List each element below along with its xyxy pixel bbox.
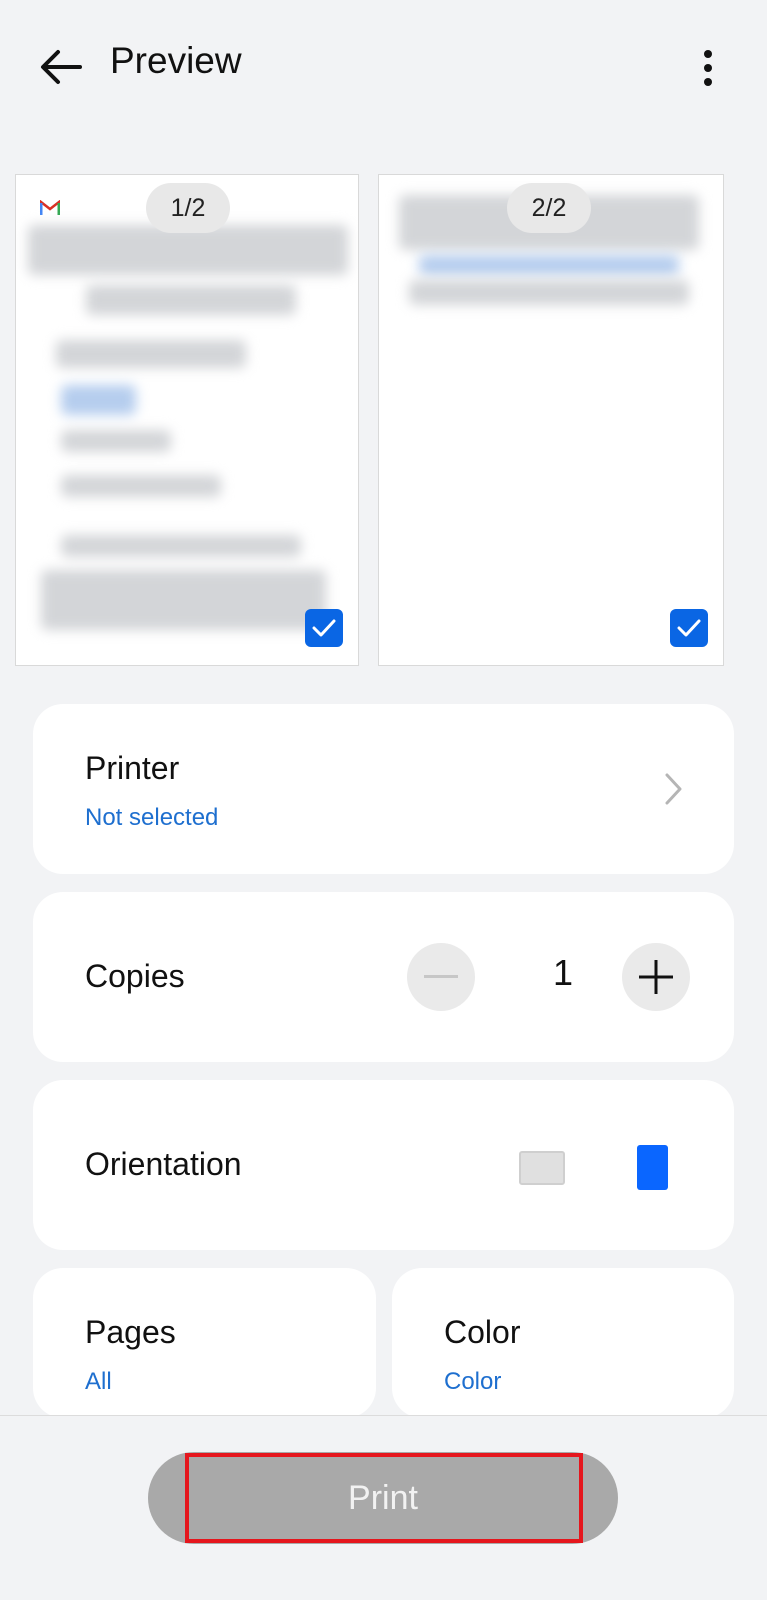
pages-label: Pages [85, 1314, 176, 1350]
pages-selector[interactable]: Pages All [33, 1268, 376, 1418]
printer-value: Not selected [85, 804, 219, 831]
gmail-logo-icon [40, 200, 60, 215]
minus-icon [424, 975, 458, 978]
printer-label: Printer [85, 750, 180, 786]
bottom-action-bar: Print [0, 1415, 767, 1600]
preview-page-1[interactable]: 1/2 [15, 174, 359, 666]
copies-count: 1 [552, 952, 574, 993]
highlight-annotation [185, 1453, 583, 1543]
orientation-label: Orientation [85, 1146, 242, 1182]
pages-value: All [85, 1368, 112, 1395]
decrease-copies-button[interactable] [407, 943, 475, 1011]
color-value: Color [444, 1368, 502, 1395]
page-indicator: 2/2 [507, 183, 591, 233]
page-select-checkbox[interactable] [305, 609, 343, 647]
page-indicator: 1/2 [146, 183, 230, 233]
checkmark-icon [312, 619, 336, 637]
page-title: Preview [110, 40, 242, 81]
color-selector[interactable]: Color Color [392, 1268, 734, 1418]
top-app-bar: Preview [0, 0, 767, 130]
chevron-right-icon [665, 773, 682, 805]
more-vert-icon [704, 50, 712, 86]
landscape-orientation-icon[interactable] [519, 1151, 565, 1185]
plus-icon [639, 960, 673, 994]
preview-page-2[interactable]: 2/2 [378, 174, 724, 666]
page-select-checkbox[interactable] [670, 609, 708, 647]
arrow-left-icon [41, 50, 82, 84]
checkmark-icon [677, 619, 701, 637]
orientation-row: Orientation [33, 1080, 734, 1250]
printer-selector[interactable]: Printer Not selected [33, 704, 734, 874]
color-label: Color [444, 1314, 521, 1350]
copies-row: Copies 1 [33, 892, 734, 1062]
increase-copies-button[interactable] [622, 943, 690, 1011]
more-options-button[interactable] [683, 40, 733, 96]
portrait-orientation-icon[interactable] [637, 1145, 668, 1190]
back-button[interactable] [30, 42, 90, 92]
copies-label: Copies [85, 958, 185, 994]
